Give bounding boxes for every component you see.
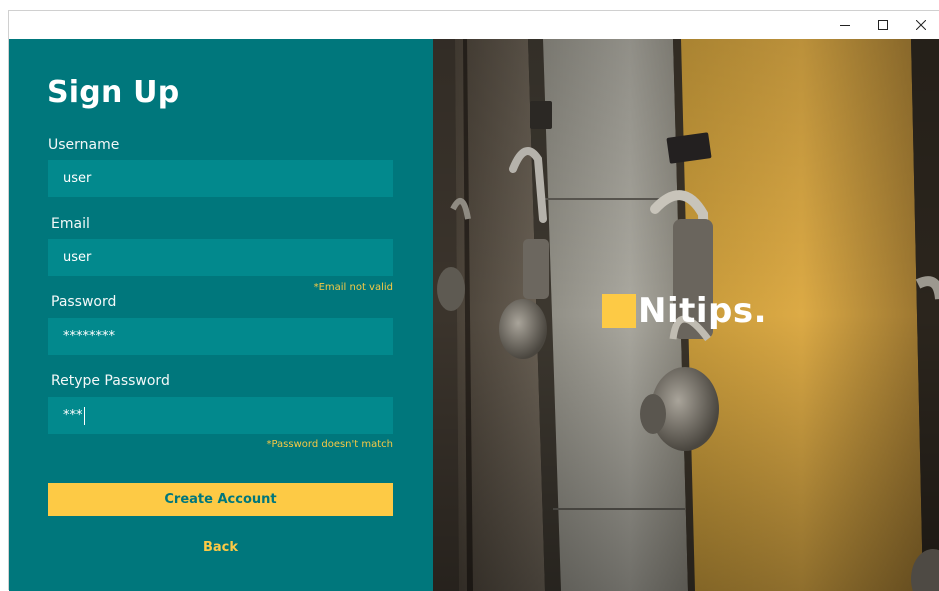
window-controls (826, 11, 939, 39)
username-label: Username (48, 137, 120, 153)
password-error: *Password doesn't match (266, 439, 393, 450)
maximize-icon (878, 20, 888, 30)
email-input[interactable]: user (48, 239, 393, 276)
minimize-icon (840, 25, 850, 26)
close-icon (916, 20, 926, 30)
brand-square-icon (602, 294, 636, 328)
brand-logo: Nitips. (602, 294, 767, 328)
email-value: user (63, 250, 92, 265)
signup-panel: Sign Up Username user Email user *Email … (9, 39, 433, 591)
retype-password-label: Retype Password (51, 373, 170, 389)
create-account-button[interactable]: Create Account (48, 483, 393, 516)
brand-name: Nitips. (638, 291, 768, 331)
retype-password-value: *** (63, 408, 83, 423)
username-value: user (63, 171, 92, 186)
retype-password-input[interactable]: *** (48, 397, 393, 434)
username-input[interactable]: user (48, 160, 393, 197)
email-error: *Email not valid (313, 282, 393, 293)
email-label: Email (51, 216, 90, 232)
hero-image-panel: Nitips. (433, 39, 939, 591)
app-window: Sign Up Username user Email user *Email … (8, 10, 939, 591)
password-input[interactable]: ******** (48, 318, 393, 355)
back-button[interactable]: Back (48, 535, 393, 559)
password-value: ******** (63, 329, 115, 344)
maximize-button[interactable] (864, 11, 902, 39)
text-cursor (83, 406, 85, 425)
minimize-button[interactable] (826, 11, 864, 39)
page-title: Sign Up (47, 75, 180, 110)
close-button[interactable] (902, 11, 939, 39)
password-label: Password (51, 294, 117, 310)
title-bar (9, 11, 939, 39)
